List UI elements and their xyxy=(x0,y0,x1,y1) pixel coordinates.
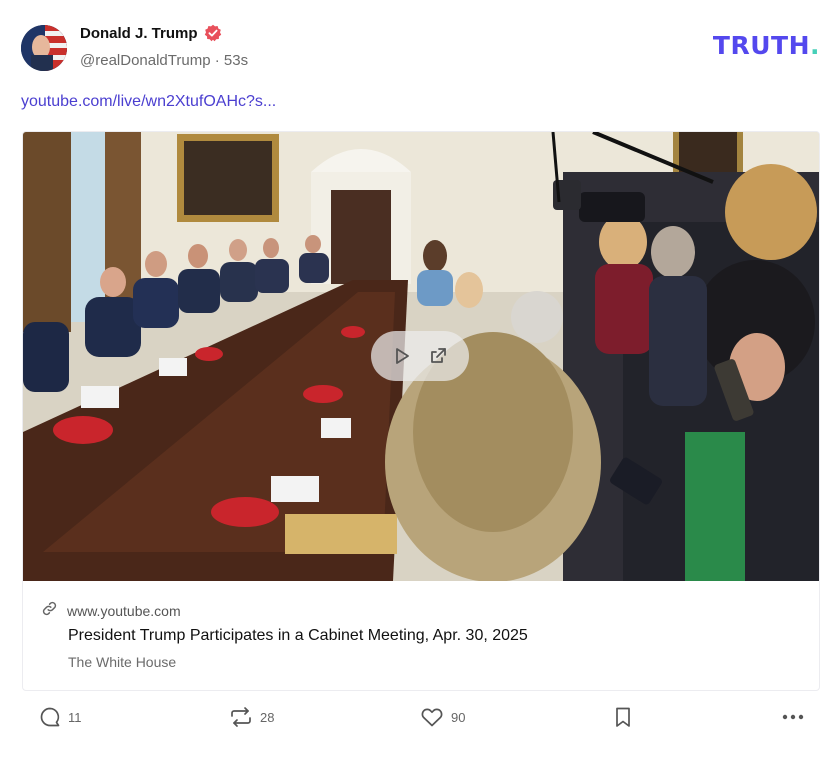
reply-count: 11 xyxy=(68,709,82,725)
repost-icon xyxy=(229,706,253,728)
like-button[interactable]: 90 xyxy=(420,706,465,728)
card-domain: www.youtube.com xyxy=(67,603,181,619)
card-title[interactable]: President Trump Participates in a Cabine… xyxy=(68,627,528,645)
card-domain-row: www.youtube.com xyxy=(41,600,181,622)
play-icon[interactable] xyxy=(392,346,412,366)
heart-icon xyxy=(420,706,444,728)
reply-button[interactable]: 11 xyxy=(39,706,82,728)
post-link[interactable]: youtube.com/live/wn2XtufOAHc?s... xyxy=(21,93,276,111)
bookmark-button[interactable] xyxy=(613,706,633,728)
link-icon xyxy=(41,600,58,622)
link-preview-card[interactable]: www.youtube.com President Trump Particip… xyxy=(22,131,820,691)
post-actions: 11 28 90 xyxy=(0,706,840,746)
comment-icon xyxy=(39,706,61,728)
author-handle-time: @realDonaldTrump · 53s xyxy=(80,52,249,69)
author-name[interactable]: Donald J. Trump xyxy=(80,25,198,42)
flag-avatar-icon xyxy=(21,25,67,71)
bookmark-icon xyxy=(613,706,633,728)
author-avatar[interactable] xyxy=(21,25,67,71)
external-link-icon[interactable] xyxy=(428,346,448,366)
truth-post: Donald J. Trump @realDonaldTrump · 53s T… xyxy=(0,0,840,771)
verified-badge-icon xyxy=(204,24,222,42)
more-options-button[interactable] xyxy=(781,706,805,728)
card-details: www.youtube.com President Trump Particip… xyxy=(23,581,819,690)
more-icon xyxy=(781,706,805,728)
video-controls xyxy=(371,331,469,381)
retruth-count: 28 xyxy=(260,709,275,725)
logo-dot: . xyxy=(810,31,820,60)
logo-text: TRUTH xyxy=(712,31,810,60)
retruth-button[interactable]: 28 xyxy=(229,706,274,728)
truth-logo: TRUTH. xyxy=(713,31,820,60)
like-count: 90 xyxy=(451,709,466,725)
author-name-row: Donald J. Trump xyxy=(80,24,222,42)
video-thumbnail[interactable] xyxy=(23,132,819,581)
card-author: The White House xyxy=(68,654,177,670)
